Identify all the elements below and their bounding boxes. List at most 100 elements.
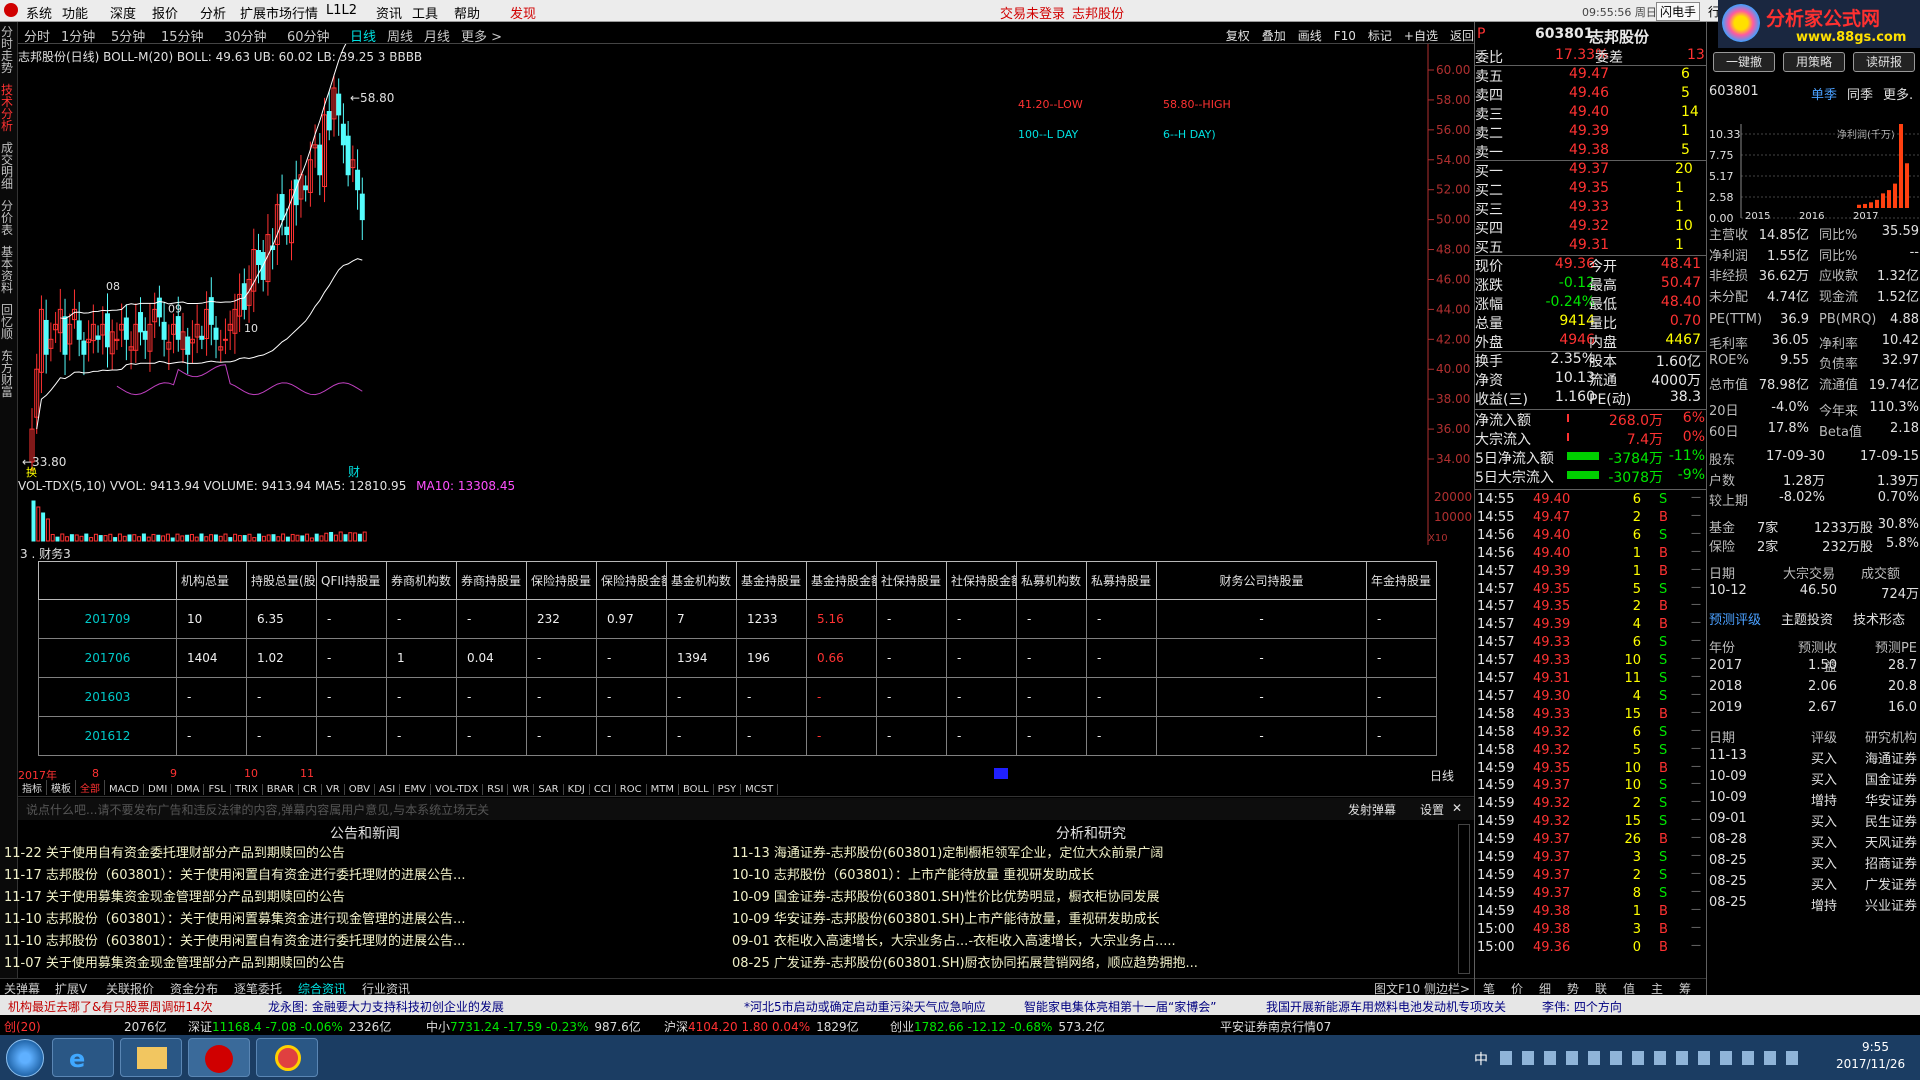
menu-item[interactable]: 资讯 bbox=[376, 3, 402, 22]
start-button[interactable] bbox=[6, 1039, 44, 1077]
indicator-tab[interactable]: EMV bbox=[400, 784, 431, 795]
left-tab[interactable]: 回忆顺 bbox=[1, 304, 13, 340]
status-index[interactable]: 中小7731.24 -17.59 -0.23% 987.6亿 bbox=[426, 1018, 641, 1035]
indicator-tab[interactable]: ASI bbox=[375, 784, 401, 795]
login-status[interactable]: 交易未登录 bbox=[1000, 3, 1065, 22]
announcement-item[interactable]: 11-22 关于使用自有资金委托理财部分产品到期赎回的公告 bbox=[4, 842, 345, 861]
period-tab[interactable]: 月线 bbox=[424, 26, 450, 45]
toolbar-button[interactable]: 画线 bbox=[1298, 29, 1322, 43]
research-item[interactable]: 10-09 华安证券-志邦股份(603801.SH)上市产能待放量，重视研发助成… bbox=[732, 908, 1160, 927]
far-tab[interactable]: 单季 bbox=[1811, 84, 1837, 103]
research-item[interactable]: 11-13 海通证券-志邦股份(603801)定制橱柜领军企业，定位大众前景广阔 bbox=[732, 842, 1163, 861]
indicator-tab[interactable]: MTM bbox=[647, 784, 679, 795]
menu-item[interactable]: 工具 bbox=[412, 3, 438, 22]
menu-item[interactable]: L1L2 bbox=[326, 3, 357, 18]
indicator-tab[interactable]: CCI bbox=[590, 784, 616, 795]
analysis-app-icon[interactable] bbox=[256, 1038, 318, 1077]
far-tab[interactable]: 同季 bbox=[1847, 84, 1873, 103]
rating-tab[interactable]: 预测评级 bbox=[1709, 609, 1761, 628]
announcement-item[interactable]: 11-17 关于使用募集资金现金管理部分产品到期赎回的公告 bbox=[4, 886, 345, 905]
menu-item[interactable]: 分析 bbox=[200, 3, 226, 22]
period-tab[interactable]: 日线 bbox=[350, 26, 376, 45]
indicator-tab[interactable]: 全部 bbox=[76, 780, 105, 795]
indicator-tab[interactable]: CR bbox=[299, 784, 322, 795]
research-item[interactable]: 09-01 衣柜收入高速增长，大宗业务占...-衣柜收入高速增长，大宗业务占..… bbox=[732, 930, 1176, 949]
menu-item[interactable]: 功能 bbox=[62, 3, 88, 22]
indicator-tab[interactable]: BRAR bbox=[263, 784, 299, 795]
ticker-item[interactable]: 机构最近去哪了&有只股票周调研14次 bbox=[8, 998, 213, 1015]
strategy-button[interactable]: 一键撤 bbox=[1713, 52, 1775, 72]
toolbar-button[interactable]: 返回 bbox=[1450, 29, 1474, 43]
status-index[interactable]: 深证11168.4 -7.08 -0.06% 2326亿 bbox=[188, 1018, 391, 1035]
announcement-item[interactable]: 11-17 志邦股份（603801）：关于使用闲置自有资金进行委托理财的进展公告… bbox=[4, 864, 465, 883]
indicator-tab[interactable]: SAR bbox=[534, 784, 564, 795]
status-index[interactable]: 沪深4104.20 1.80 0.04% 1829亿 bbox=[664, 1018, 859, 1035]
indicator-tab[interactable]: 指标 bbox=[18, 780, 47, 795]
strategy-button[interactable]: 读研报 bbox=[1853, 52, 1915, 72]
indicator-tab[interactable]: KDJ bbox=[564, 784, 590, 795]
indicator-tab[interactable]: MACD bbox=[105, 784, 144, 795]
close-icon[interactable]: ✕ bbox=[1452, 801, 1462, 815]
left-tab[interactable]: 基本资料 bbox=[1, 246, 13, 294]
indicator-tab[interactable]: OBV bbox=[345, 784, 375, 795]
left-tab[interactable]: 东方财富 bbox=[1, 350, 13, 398]
far-tab[interactable]: 更多. bbox=[1883, 84, 1913, 103]
menu-item[interactable]: 深度 bbox=[110, 3, 136, 22]
indicator-tab[interactable]: ROC bbox=[616, 784, 647, 795]
research-item[interactable]: 10-10 志邦股份（603801）：上市产能待放量 重视研发助成长 bbox=[732, 864, 1094, 883]
comment-settings-button[interactable]: 设置 bbox=[1420, 801, 1444, 818]
indicator-tab[interactable]: WR bbox=[508, 784, 535, 795]
ticker-item[interactable]: *河北5市启动或确定启动重污染天气应急响应 bbox=[744, 998, 986, 1015]
menu-discover[interactable]: 发现 bbox=[510, 3, 536, 22]
toolbar-button[interactable]: +自选 bbox=[1404, 29, 1438, 43]
comment-input[interactable]: 说点什么吧...请不要发布广告和违反法律的内容,弹幕内容属用户意见,与本系统立场… bbox=[26, 801, 1326, 818]
kline-panel[interactable]: 志邦股份(日线) BOLL-M(20) BOLL: 49.63 UB: 60.0… bbox=[18, 44, 1474, 479]
period-tab[interactable]: 30分钟 bbox=[224, 26, 267, 45]
announcement-item[interactable]: 11-10 志邦股份（603801）：关于使用闲置自有资金进行委托理财的进展公告… bbox=[4, 930, 465, 949]
ticker-item[interactable]: 李伟: 四个方向 bbox=[1542, 998, 1622, 1015]
period-tab[interactable]: 5分钟 bbox=[111, 26, 145, 45]
indicator-tab[interactable]: TRIX bbox=[231, 784, 263, 795]
kline-chart[interactable]: 60.00 58.00 56.00 54.00 52.00 50.00 48.00 46.00… bbox=[18, 44, 1474, 479]
ticker-item[interactable]: 智能家电集体亮相第十一届“家博会” bbox=[1024, 998, 1216, 1015]
menu-item[interactable]: 报价 bbox=[152, 3, 178, 22]
volume-panel[interactable]: VOL-TDX(5,10) VVOL: 9413.94 VOLUME: 9413… bbox=[18, 479, 1474, 545]
indicator-tab[interactable]: RSI bbox=[483, 784, 509, 795]
period-tab[interactable]: 1分钟 bbox=[61, 26, 95, 45]
toolbar-button[interactable]: 标记 bbox=[1368, 29, 1392, 43]
period-tab[interactable]: 周线 bbox=[387, 26, 413, 45]
indicator-tab[interactable]: VR bbox=[322, 784, 345, 795]
send-comment-button[interactable]: 发射弹幕 bbox=[1348, 801, 1396, 818]
left-tab[interactable]: 成交明细 bbox=[1, 142, 13, 190]
period-tab[interactable]: 60分钟 bbox=[287, 26, 330, 45]
strategy-button[interactable]: 用策略 bbox=[1783, 52, 1845, 72]
left-tab[interactable]: 分时走势 bbox=[1, 26, 13, 74]
indicator-tab[interactable]: MCST bbox=[741, 784, 779, 795]
indicator-tab[interactable]: FSL bbox=[204, 784, 231, 795]
indicator-tab[interactable]: BOLL bbox=[679, 784, 714, 795]
announcement-item[interactable]: 11-07 关于使用募集资金现金管理部分产品到期赎回的公告 bbox=[4, 952, 345, 971]
stock-app-icon[interactable] bbox=[188, 1038, 250, 1077]
tray-icons[interactable] bbox=[1500, 1051, 1800, 1065]
news-scrollbar[interactable] bbox=[1458, 824, 1470, 974]
indicator-tab[interactable]: DMI bbox=[144, 784, 173, 795]
menu-item[interactable]: 系统 bbox=[26, 3, 52, 22]
indicator-tab[interactable]: 模板 bbox=[47, 780, 76, 795]
left-tab[interactable]: 技术分析 bbox=[1, 84, 13, 132]
left-tab[interactable]: 分价表 bbox=[1, 200, 13, 236]
rating-tab[interactable]: 技术形态 bbox=[1853, 609, 1905, 628]
announcement-item[interactable]: 11-10 志邦股份（603801）：关于使用闲置募集资金进行现金管理的进展公告… bbox=[4, 908, 465, 927]
status-index[interactable]: 创业1782.66 -12.12 -0.68% 573.2亿 bbox=[890, 1018, 1105, 1035]
toolbar-button[interactable]: F10 bbox=[1334, 29, 1356, 43]
rating-tab[interactable]: 主题投资 bbox=[1781, 609, 1833, 628]
ie-icon[interactable]: e bbox=[52, 1038, 114, 1077]
ticker-item[interactable]: 我国开展新能源车用燃料电池发动机专项攻关 bbox=[1266, 998, 1506, 1015]
indicator-tab[interactable]: PSY bbox=[714, 784, 742, 795]
ticker-item[interactable]: 龙永图: 金融要大力支持科技初创企业的发展 bbox=[268, 998, 504, 1015]
indicator-tab[interactable]: DMA bbox=[172, 784, 205, 795]
period-tab[interactable]: 15分钟 bbox=[161, 26, 204, 45]
research-item[interactable]: 08-25 广发证券-志邦股份(603801.SH)厨衣协同拓展营销网络，顺应趋… bbox=[732, 952, 1198, 971]
toolbar-button[interactable]: 复权 bbox=[1226, 29, 1250, 43]
menu-item[interactable]: 扩展市场行情 bbox=[240, 3, 318, 22]
ime-indicator[interactable]: 中 bbox=[1474, 1049, 1488, 1069]
